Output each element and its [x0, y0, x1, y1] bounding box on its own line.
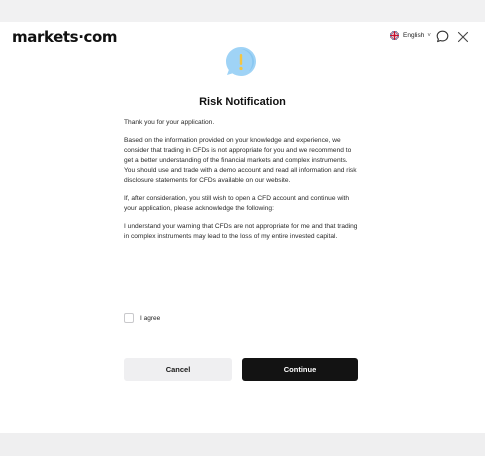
chevron-down-icon: ˅	[427, 32, 431, 39]
page-title: Risk Notification	[199, 96, 286, 108]
language-selector[interactable]: English ˅	[390, 31, 431, 40]
markets-logo[interactable]: markets·com	[12, 28, 118, 46]
paragraph-acknowledgement: I understand your warning that CFDs are …	[124, 223, 358, 240]
close-icon[interactable]	[457, 30, 469, 43]
paragraph-thanks: Thank you for your application.	[124, 119, 215, 126]
agree-checkbox-row[interactable]: I agree	[124, 313, 160, 323]
chat-icon[interactable]	[436, 30, 449, 43]
alert-bubble-icon	[224, 45, 258, 79]
paragraph-consideration: If, after consideration, you still wish …	[124, 195, 350, 212]
cancel-button[interactable]: Cancel	[124, 358, 232, 381]
uk-flag-icon	[390, 31, 399, 40]
bottom-band	[0, 433, 485, 456]
agree-label: I agree	[140, 314, 161, 322]
language-label: English	[403, 32, 425, 39]
risk-text: Thank you for your application. Based on…	[124, 118, 360, 250]
paragraph-assessment: Based on the information provided on you…	[124, 137, 357, 184]
continue-button[interactable]: Continue	[242, 358, 358, 381]
top-band	[0, 0, 485, 22]
risk-notification-page: markets·com English ˅ Risk Notification …	[0, 22, 485, 433]
agree-checkbox[interactable]	[124, 313, 134, 323]
